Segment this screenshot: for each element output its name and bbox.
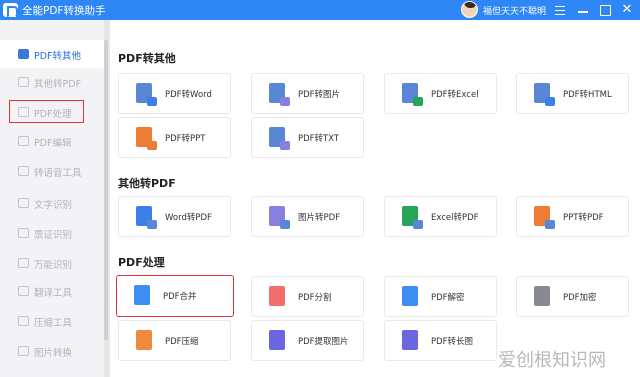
- sidebar-item-label: 转语音工具: [34, 168, 82, 179]
- user-name[interactable]: 福但天天不聪明: [483, 4, 546, 17]
- pdf-to-other-icon: [18, 49, 29, 59]
- card-label: PDF解密: [431, 293, 465, 303]
- app-logo-icon: [3, 3, 18, 18]
- ppt-to-pdf-icon: [534, 206, 555, 229]
- card-label: PDF转HTML: [563, 90, 612, 100]
- card-pdf-to-txt[interactable]: PDF转TXT: [251, 117, 364, 158]
- sidebar-item-label: PDF转其他: [34, 51, 82, 62]
- title-bar: 全能PDF转换助手 福但天天不聪明 ✕: [0, 0, 640, 20]
- pdf-to-word-icon: [136, 83, 157, 106]
- card-label: Word转PDF: [165, 213, 212, 223]
- card-pdf-compress[interactable]: PDF压缩: [118, 320, 231, 361]
- sidebar-item-voice[interactable]: 转语音工具: [0, 157, 104, 185]
- compress-icon: [18, 316, 29, 326]
- card-pdf-merge[interactable]: PDF合并: [116, 275, 234, 317]
- card-ppt-to-pdf[interactable]: PPT转PDF: [516, 196, 629, 237]
- section-title-pdf-process: PDF处理: [118, 256, 165, 269]
- sidebar-item-label: 其他转PDF: [34, 79, 82, 90]
- card-label: PDF转Excel: [431, 90, 479, 100]
- card-excel-to-pdf[interactable]: Excel转PDF: [384, 196, 497, 237]
- sidebar-item-label: 票证识别: [34, 230, 73, 241]
- pdf-to-excel-icon: [402, 83, 423, 106]
- card-label: PDF提取图片: [298, 337, 349, 347]
- unlock-icon: [402, 286, 418, 306]
- voice-icon: [18, 166, 29, 176]
- pdf-edit-icon: [18, 136, 29, 146]
- card-pdf-to-long-image[interactable]: PDF转长图: [384, 320, 497, 361]
- sidebar-item-pdf-edit[interactable]: PDF编辑: [0, 127, 104, 155]
- card-pdf-to-image[interactable]: PDF转图片: [251, 73, 364, 114]
- word-to-pdf-icon: [136, 206, 157, 229]
- sidebar-item-label: 图片转换: [34, 348, 73, 359]
- sidebar-item-pdf-process[interactable]: PDF处理: [9, 100, 84, 123]
- card-image-to-pdf[interactable]: 图片转PDF: [251, 196, 364, 237]
- sidebar-item-label: 万能识别: [34, 260, 73, 271]
- sidebar-item-other-to-pdf[interactable]: 其他转PDF: [0, 68, 104, 96]
- pdf-process-icon: [18, 107, 29, 117]
- card-label: PDF压缩: [165, 337, 199, 347]
- sidebar-item-compress[interactable]: 压缩工具: [0, 307, 104, 335]
- image-convert-icon: [18, 346, 29, 356]
- card-label: PDF转Word: [165, 90, 212, 100]
- card-pdf-to-word[interactable]: PDF转Word: [118, 73, 231, 114]
- card-label: PDF转PPT: [165, 134, 206, 144]
- app-title: 全能PDF转换助手: [22, 5, 106, 17]
- extract-image-icon: [269, 330, 285, 350]
- card-pdf-encrypt[interactable]: PDF加密: [516, 276, 629, 317]
- card-pdf-split[interactable]: PDF分割: [251, 276, 364, 317]
- card-label: Excel转PDF: [431, 213, 479, 223]
- card-label: PDF转TXT: [298, 134, 340, 144]
- card-label: PPT转PDF: [563, 213, 604, 223]
- merge-icon: [134, 285, 150, 305]
- sidebar-item-image-convert[interactable]: 图片转换: [0, 337, 104, 365]
- sidebar-item-ticket[interactable]: 票证识别: [0, 219, 104, 247]
- card-pdf-to-ppt[interactable]: PDF转PPT: [118, 117, 231, 158]
- card-label: PDF转长图: [431, 337, 474, 347]
- maximize-icon[interactable]: [597, 2, 613, 18]
- sidebar-item-translate[interactable]: 翻译工具: [0, 277, 104, 305]
- sidebar-item-ocr[interactable]: 文字识别: [0, 189, 104, 217]
- card-pdf-decrypt[interactable]: PDF解密: [384, 276, 497, 317]
- card-pdf-to-excel[interactable]: PDF转Excel: [384, 73, 497, 114]
- ocr-icon: [18, 198, 29, 208]
- pdf-to-txt-icon: [269, 127, 290, 150]
- other-to-pdf-icon: [18, 77, 29, 87]
- user-avatar[interactable]: [461, 1, 478, 18]
- sidebar-item-pdf-to-other[interactable]: PDF转其他: [0, 40, 104, 68]
- sidebar-item-label: PDF编辑: [34, 138, 72, 149]
- minimize-icon[interactable]: [575, 2, 591, 18]
- watermark: 爱创根知识网: [498, 350, 606, 371]
- card-label: PDF加密: [563, 293, 597, 303]
- split-icon: [269, 286, 285, 306]
- section-title-pdf-to-other: PDF转其他: [118, 52, 176, 65]
- card-pdf-extract-image[interactable]: PDF提取图片: [251, 320, 364, 361]
- ticket-icon: [18, 228, 29, 238]
- sidebar-item-label: PDF处理: [34, 109, 72, 120]
- card-label: PDF转图片: [298, 90, 341, 100]
- card-word-to-pdf[interactable]: Word转PDF: [118, 196, 231, 237]
- card-label: PDF分割: [298, 293, 332, 303]
- scrollbar-thumb[interactable]: [104, 40, 108, 340]
- sidebar-item-universal[interactable]: 万能识别: [0, 249, 104, 277]
- sidebar-item-label: 翻译工具: [34, 288, 73, 299]
- image-to-pdf-icon: [269, 206, 290, 229]
- pdf-to-ppt-icon: [136, 127, 157, 150]
- card-label: PDF合并: [163, 292, 197, 302]
- menu-icon[interactable]: [552, 2, 568, 18]
- excel-to-pdf-icon: [402, 206, 423, 229]
- compress-icon: [136, 330, 152, 350]
- card-label: 图片转PDF: [298, 213, 341, 223]
- pdf-to-html-icon: [534, 83, 555, 106]
- sidebar-item-label: 压缩工具: [34, 318, 73, 329]
- card-pdf-to-html[interactable]: PDF转HTML: [516, 73, 629, 114]
- pdf-to-image-icon: [269, 83, 290, 106]
- universal-recognize-icon: [18, 258, 29, 268]
- section-title-other-to-pdf: 其他转PDF: [118, 177, 176, 190]
- lock-icon: [534, 286, 550, 306]
- translate-icon: [18, 286, 29, 296]
- sidebar-item-label: 文字识别: [34, 200, 73, 211]
- long-image-icon: [402, 330, 418, 350]
- close-icon[interactable]: ✕: [619, 2, 635, 18]
